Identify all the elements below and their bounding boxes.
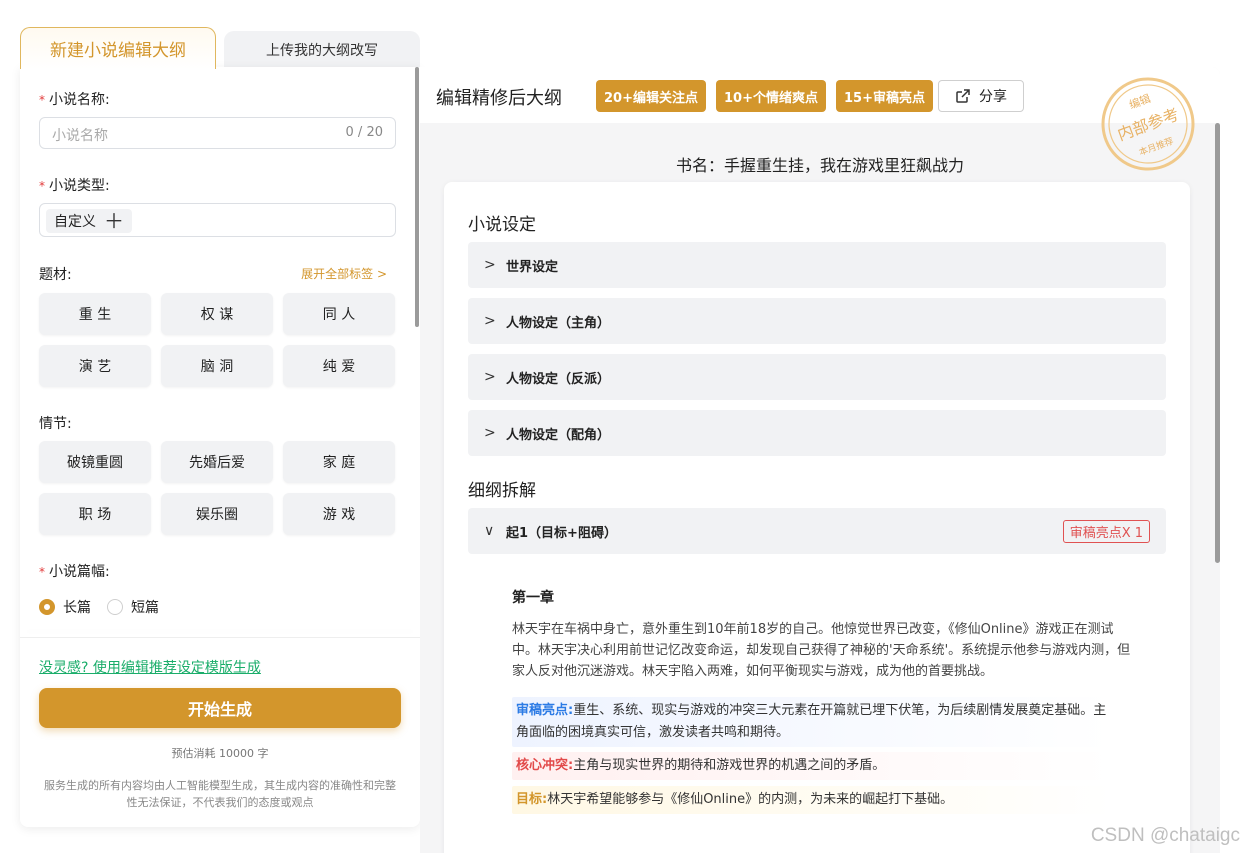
custom-type-chip[interactable]: 自定义＋ <box>46 209 132 233</box>
chevron-down-icon: ∨ <box>484 523 495 539</box>
estimated-cost: 预估消耗 10000 字 <box>171 747 269 760</box>
expand-all-tags-link[interactable]: 展开全部标签 > <box>301 265 387 282</box>
plot-tag[interactable]: 破镜重圆 <box>39 441 151 483</box>
highlight-conflict: 核心冲突:主角与现实世界的期待和游戏世界的机遇之间的矛盾。 <box>512 752 1112 780</box>
theme-tag[interactable]: 同 人 <box>283 293 395 335</box>
section-outline-title: 细纲拆解 <box>468 481 536 501</box>
right-outline-panel: 编辑精修后大纲 20+编辑关注点 10+个情绪爽点 15+审稿亮点 分享 书名：… <box>420 67 1220 853</box>
tab-upload-outline[interactable]: 上传我的大纲改写 <box>224 31 420 69</box>
form-scroll-area: * 小说名称: 小说名称 0 / 20 * 小说类型: 自定义＋ 题材: 展开全部标… <box>20 67 420 637</box>
chevron-right-icon: > <box>376 267 387 281</box>
chevron-right-icon: > <box>484 425 496 441</box>
watermark: CSDN @chataigc <box>1090 825 1240 846</box>
accordion-villain[interactable]: > 人物设定（反派） <box>468 354 1166 400</box>
chevron-right-icon: > <box>484 257 496 273</box>
radio-unchecked-icon[interactable] <box>107 599 123 615</box>
template-suggest-link[interactable]: 没灵感? 使用编辑推荐设定模版生成 <box>39 657 261 677</box>
footer-divider <box>20 637 420 638</box>
ai-disclaimer: 服务生成的所有内容均由人工智能模型生成，其生成内容的准确性和完整性无法保证，不代… <box>44 779 396 809</box>
theme-tag[interactable]: 权 谋 <box>161 293 273 335</box>
novel-name-input[interactable]: 小说名称 0 / 20 <box>39 117 396 149</box>
theme-label: 题材: <box>39 267 72 283</box>
plot-tag[interactable]: 娱乐圈 <box>161 493 273 535</box>
highlight-goal: 目标:林天宇希望能够参与《修仙Online》的内测，为未来的崛起打下基础。 <box>512 786 1112 814</box>
theme-tag[interactable]: 重 生 <box>39 293 151 335</box>
tab-new-outline[interactable]: 新建小说编辑大纲 <box>20 27 216 69</box>
theme-tag[interactable]: 纯 爱 <box>283 345 395 387</box>
radio-checked-icon[interactable] <box>39 599 55 615</box>
highlight-review: 审稿亮点:重生、系统、现实与游戏的冲突三大元素在开篇就已埋下伏笔，为后续剧情发展… <box>512 697 1112 747</box>
share-button[interactable]: 分享 <box>938 80 1024 112</box>
char-counter: 0 / 20 <box>345 125 383 140</box>
editor-stamp: 编辑 内部参考 本月推荐 <box>1101 77 1195 171</box>
svg-text:编辑: 编辑 <box>1127 91 1152 112</box>
accordion-world-setting[interactable]: > 世界设定 <box>468 242 1166 288</box>
novel-type-input[interactable]: 自定义＋ <box>39 203 396 237</box>
chevron-right-icon: > <box>484 369 496 385</box>
badge-emotion-points: 10+个情绪爽点 <box>716 80 826 112</box>
plot-tag[interactable]: 先婚后爱 <box>161 441 273 483</box>
left-scrollbar[interactable] <box>415 67 419 327</box>
plot-label: 情节: <box>39 416 72 432</box>
accordion-outline-start[interactable]: ∨ 起1（目标+阻碍） 审稿亮点X 1 <box>468 508 1166 554</box>
length-label: * 小说篇幅: <box>39 564 110 580</box>
plus-icon[interactable]: ＋ <box>104 211 124 231</box>
right-scrollbar[interactable] <box>1215 123 1220 563</box>
accordion-protagonist[interactable]: > 人物设定（主角） <box>468 298 1166 344</box>
plot-tag[interactable]: 家 庭 <box>283 441 395 483</box>
plot-tag[interactable]: 职 场 <box>39 493 151 535</box>
section-settings-title: 小说设定 <box>468 215 536 235</box>
chevron-right-icon: > <box>484 313 496 329</box>
chapter-title: 第一章 <box>512 590 554 606</box>
start-generate-button[interactable]: 开始生成 <box>39 688 401 728</box>
chapter-body: 林天宇在车祸中身亡，意外重生到10年前18岁的自己。他惊觉世界已改变，《修仙On… <box>512 622 1131 679</box>
share-icon <box>956 89 970 103</box>
left-form-panel: * 小说名称: 小说名称 0 / 20 * 小说类型: 自定义＋ 题材: 展开全部标… <box>20 67 420 827</box>
accordion-supporting[interactable]: > 人物设定（配角） <box>468 410 1166 456</box>
theme-tag[interactable]: 演 艺 <box>39 345 151 387</box>
badge-review-highlights: 15+审稿亮点 <box>836 80 933 112</box>
review-highlight-badge: 审稿亮点X 1 <box>1062 520 1150 543</box>
theme-tag[interactable]: 脑 洞 <box>161 345 273 387</box>
novel-name-label: * 小说名称: <box>39 92 110 108</box>
novel-type-label: * 小说类型: <box>39 178 110 194</box>
plot-tag[interactable]: 游 戏 <box>283 493 395 535</box>
radio-short[interactable]: 短篇 <box>107 597 159 617</box>
badge-editor-focus: 20+编辑关注点 <box>596 80 706 112</box>
svg-text:本月推荐: 本月推荐 <box>1137 135 1175 159</box>
outline-title: 编辑精修后大纲 <box>436 88 562 109</box>
novel-name-placeholder: 小说名称 <box>52 128 108 144</box>
radio-long[interactable]: 长篇 <box>39 597 91 617</box>
